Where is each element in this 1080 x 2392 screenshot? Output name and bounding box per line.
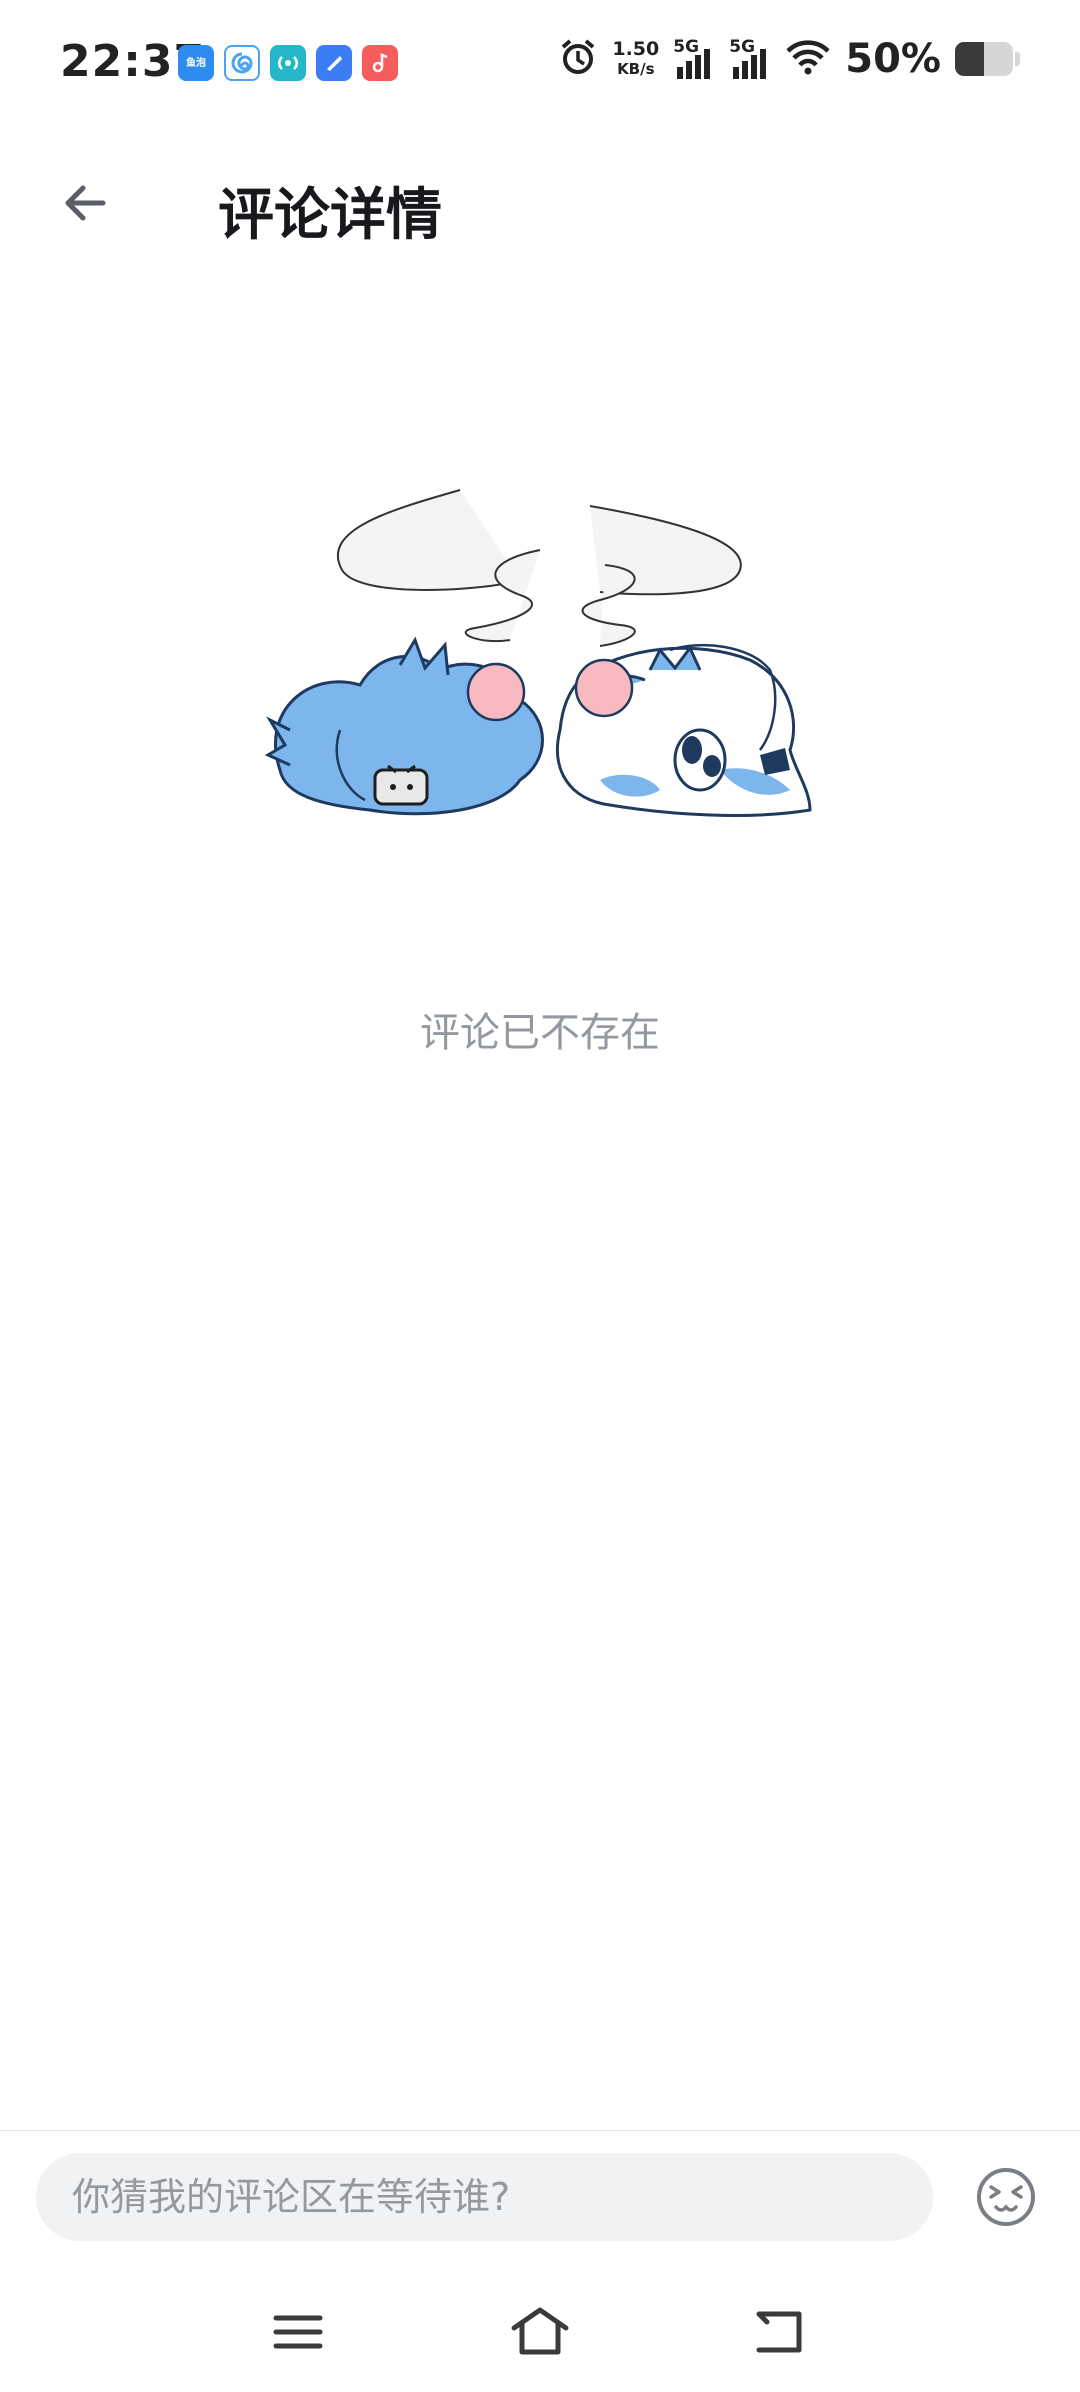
blue-app-icon [316, 45, 352, 81]
menu-icon [273, 2315, 323, 2349]
back-button[interactable] [40, 158, 130, 248]
signal-bars-icon [677, 49, 711, 79]
battery-icon [955, 42, 1020, 76]
swirl-app-icon [224, 45, 260, 81]
arrow-left-icon [65, 185, 106, 221]
signal-bars-icon [733, 49, 767, 79]
fishbubble-app-icon: 鱼泡 [178, 45, 214, 81]
comment-bar [0, 2130, 1080, 2261]
nav-menu-button[interactable] [258, 2292, 338, 2372]
music-app-icon [362, 45, 398, 81]
nav-back-button[interactable] [738, 2292, 818, 2372]
nav-home-button[interactable] [500, 2292, 580, 2372]
page-title: 评论详情 [218, 183, 442, 248]
notification-icons: 鱼泡 [178, 45, 398, 81]
battery-cap [1015, 52, 1020, 66]
alarm-icon [558, 37, 598, 81]
status-bar: 22:37 鱼泡 1.50 KB/s 5G 5G 50% [0, 0, 1080, 130]
network-speed: 1.50 KB/s [612, 39, 659, 79]
emoji-button[interactable] [970, 2161, 1042, 2233]
system-nav-bar [0, 2270, 1080, 2392]
wifi-helper-app-icon [270, 45, 306, 81]
signal-1: 5G [673, 37, 715, 81]
comment-input[interactable] [36, 2153, 933, 2241]
battery-body [955, 42, 1013, 76]
net-speed-value: 1.50 [612, 38, 660, 60]
fishbubble-app-label: 鱼泡 [186, 57, 206, 69]
net-speed-unit: KB/s [617, 60, 655, 78]
back-icon [756, 2311, 802, 2353]
home-icon [511, 2307, 569, 2355]
battery-fill [955, 42, 984, 76]
status-right-icons: 1.50 KB/s 5G 5G 50% [558, 36, 1020, 82]
empty-state-illustration [250, 470, 830, 930]
emoji-face-icon [977, 2168, 1035, 2226]
empty-message: 评论已不存在 [420, 1010, 660, 1056]
wifi-icon [785, 37, 831, 81]
signal-2: 5G [729, 37, 771, 81]
page-header: 评论详情 [0, 140, 1080, 260]
battery-percent: 50% [845, 36, 941, 82]
